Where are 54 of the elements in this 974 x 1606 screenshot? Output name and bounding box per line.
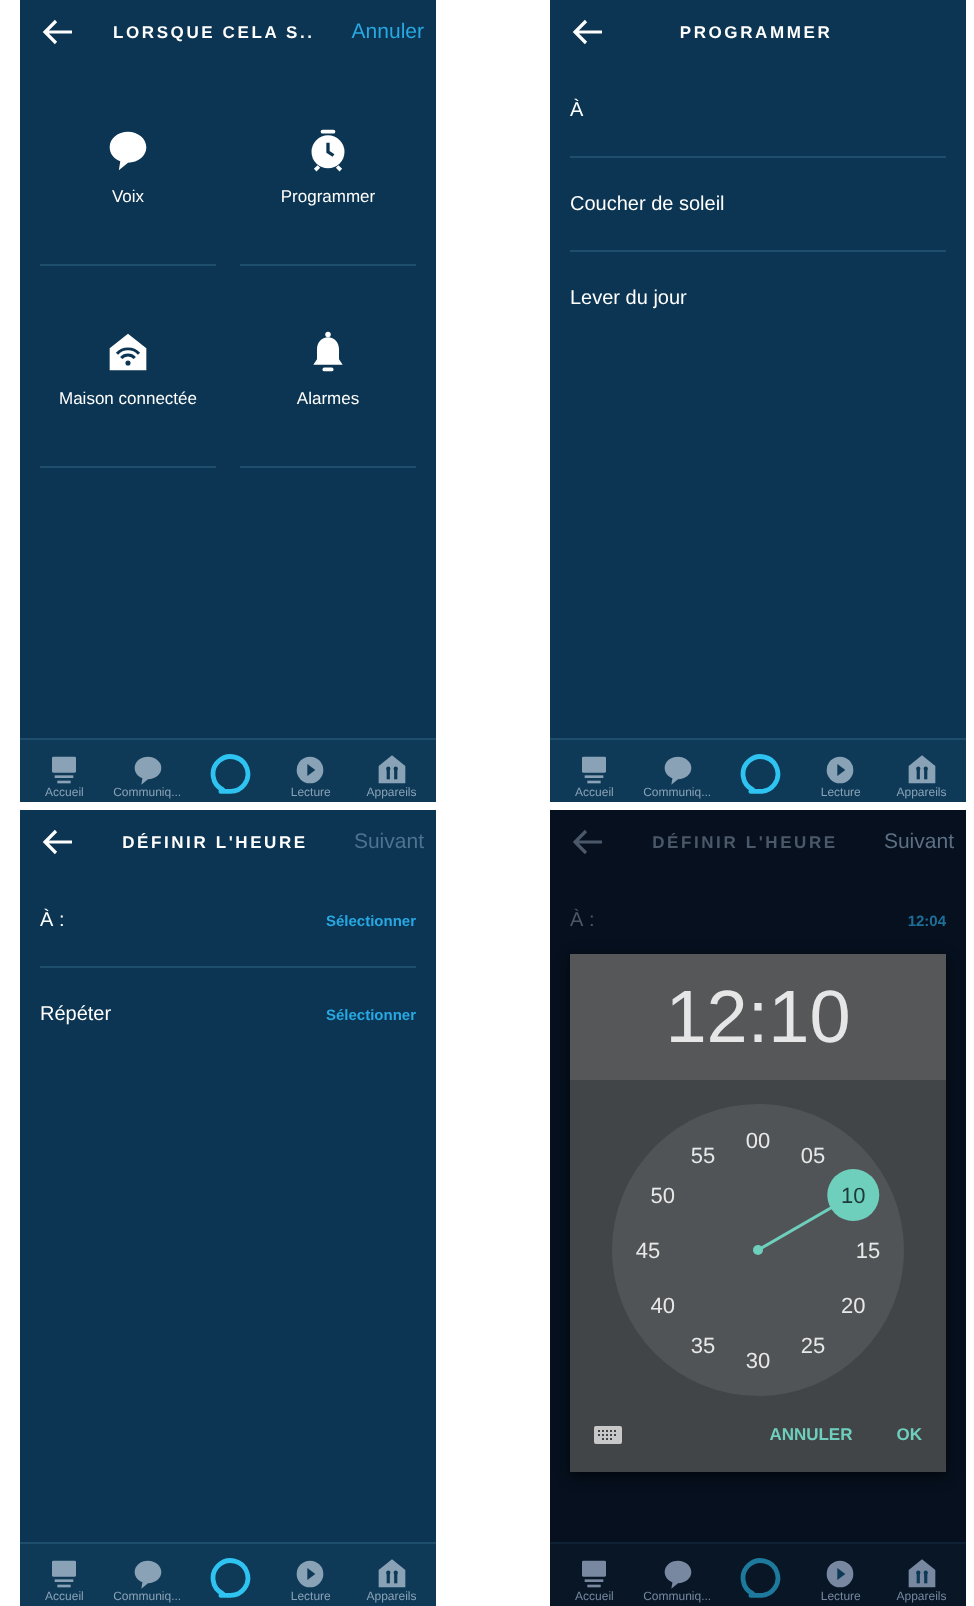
screen-title: PROGRAMMER [677, 22, 835, 42]
play-icon [824, 1558, 857, 1590]
speech-bubble-icon [661, 1558, 694, 1590]
cancel-button[interactable]: Annuler [351, 16, 424, 48]
minute-label[interactable]: 30 [745, 1350, 771, 1374]
minute-label[interactable]: 15 [855, 1240, 881, 1264]
minute-label[interactable]: 00 [745, 1130, 771, 1154]
ring-icon [207, 751, 252, 795]
alarm-clock-icon [306, 128, 350, 172]
screen-title: LORSQUE CELA S.. [111, 22, 317, 42]
minute-label[interactable]: 55 [690, 1144, 716, 1169]
minute-label[interactable]: 45 [635, 1240, 661, 1264]
trigger-tile[interactable]: Maison connectée [40, 266, 216, 468]
house-icon [375, 1558, 408, 1590]
speech-bubble-icon [131, 1558, 164, 1590]
list-item[interactable]: Lever du jour [570, 252, 946, 346]
dialog-button[interactable]: ANNULER [769, 1420, 853, 1448]
minute-label[interactable]: 40 [650, 1295, 675, 1319]
list-item[interactable]: Coucher de soleil [570, 158, 946, 252]
field-label: À : [570, 910, 595, 932]
monitor-icon [48, 1558, 81, 1590]
house-wifi-icon [106, 330, 150, 374]
clock-hand[interactable] [753, 1169, 880, 1255]
play-icon [294, 1558, 327, 1590]
time-display: 12:10 [665, 975, 851, 1059]
house-icon [905, 754, 938, 786]
trigger-tile[interactable]: Alarmes [240, 266, 416, 468]
minute-label[interactable]: 50 [650, 1185, 675, 1209]
ring-icon [207, 1555, 252, 1599]
screen-title: DÉFINIR L'HEURE [650, 832, 840, 852]
list-item[interactable]: À [570, 64, 946, 158]
monitor-icon [578, 1558, 611, 1590]
trigger-tile[interactable]: Programmer [240, 64, 416, 266]
dialog-button[interactable]: OK [896, 1420, 922, 1448]
speech-bubble-icon [661, 754, 694, 786]
screen-title: DÉFINIR L'HEURE [120, 832, 310, 852]
speech-bubble-icon [131, 754, 164, 786]
minute-label[interactable]: 35 [690, 1335, 716, 1360]
minute-label[interactable]: 25 [800, 1335, 826, 1360]
minute-label[interactable]: 20 [841, 1295, 866, 1319]
minute-label[interactable]: 05 [800, 1144, 826, 1169]
play-icon [294, 754, 327, 786]
speech-bubble-icon [106, 128, 150, 172]
ring-icon [737, 751, 782, 795]
field-label: Répéter [40, 1004, 112, 1026]
field-label: À : [40, 909, 65, 931]
ring-icon [737, 1555, 782, 1599]
keyboard-icon[interactable] [594, 1425, 622, 1443]
house-icon [375, 754, 408, 786]
trigger-tile[interactable]: Voix [40, 64, 216, 266]
house-icon [905, 1558, 938, 1590]
monitor-icon [578, 754, 611, 786]
play-icon [824, 754, 857, 786]
monitor-icon [48, 754, 81, 786]
